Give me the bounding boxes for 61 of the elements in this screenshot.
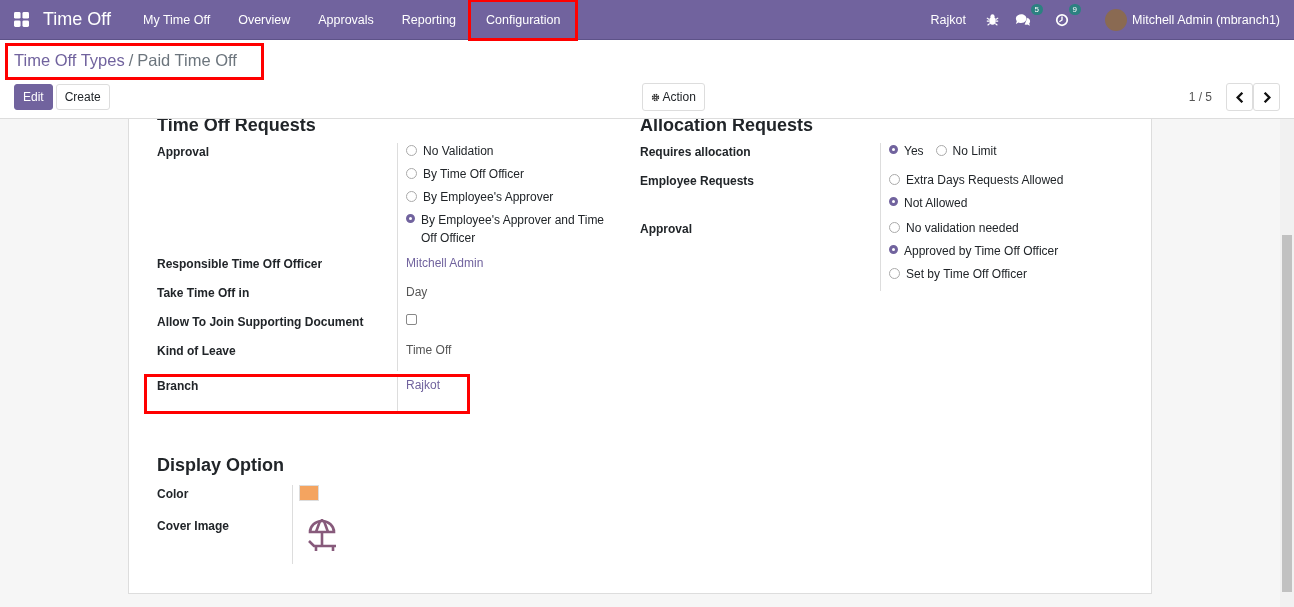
field-label: Color (157, 487, 189, 501)
app-name: Time Off (43, 9, 111, 30)
field-link[interactable]: Mitchell Admin (406, 256, 484, 270)
field-label: Kind of Leave (157, 344, 236, 358)
radio-label: By Employee's Approver and Time Off Officer (421, 212, 606, 247)
radio-label: By Employee's Approver (423, 189, 554, 206)
gear-icon (650, 92, 660, 102)
radio-button[interactable] (406, 214, 415, 223)
next-button[interactable] (1253, 83, 1280, 111)
company-switcher[interactable]: Rajkot (930, 12, 967, 27)
field-label: Approval (640, 222, 692, 236)
section-heading: Display Option (157, 455, 285, 475)
radio-label: No validation needed (906, 220, 1019, 237)
previous-button[interactable] (1226, 83, 1253, 111)
action-button[interactable]: Action (641, 83, 705, 111)
user-menu[interactable]: Mitchell Admin (mbranch1) (1132, 12, 1280, 27)
activity-count-badge: 9 (1068, 3, 1082, 15)
radio-label: Extra Days Requests Allowed (906, 172, 1064, 189)
chevron-right-icon (1262, 91, 1271, 103)
field-label: Employee Requests (640, 174, 755, 188)
menu-item[interactable]: My Time Off (129, 1, 225, 38)
radio-label: Approved by Time Off Officer (904, 243, 1059, 260)
field-label: Requires allocation (640, 145, 751, 159)
radio-button[interactable] (889, 197, 898, 206)
field-value: Time Off (406, 343, 452, 357)
apps-grid-icon[interactable] (14, 12, 29, 27)
field-label: Responsible Time Off Officer (157, 257, 323, 271)
menu-item[interactable]: Configuration (470, 0, 577, 39)
clock-icon[interactable] (1055, 12, 1070, 27)
scrollbar[interactable] (1280, 119, 1294, 607)
field-label: Branch (157, 379, 199, 393)
field-value: Day (406, 285, 428, 299)
field-label: Take Time Off in (157, 286, 250, 300)
radio-label: By Time Off Officer (423, 166, 524, 183)
create-button[interactable]: Create (55, 84, 110, 110)
field-label: Allow To Join Supporting Document (157, 315, 364, 329)
menu-item[interactable]: Reporting (387, 1, 471, 38)
breadcrumb-link[interactable]: Time Off Types (14, 51, 125, 70)
beach-umbrella-chair-icon (307, 517, 337, 553)
radio-label: Not Allowed (904, 195, 968, 212)
menu-item[interactable]: Approvals (304, 1, 388, 38)
radio-label: No Limit (952, 143, 997, 160)
color-swatch[interactable] (299, 485, 319, 501)
field-link[interactable]: Rajkot (406, 378, 440, 392)
breadcrumb-separator: / (128, 51, 134, 70)
menu-item[interactable]: Overview (224, 1, 305, 38)
pager-counter: 1 / 5 (1188, 90, 1212, 104)
radio-label: No Validation (423, 143, 494, 160)
field-label: Cover Image (157, 519, 230, 533)
chat-icon[interactable] (1015, 13, 1032, 26)
checkbox[interactable] (406, 314, 417, 325)
chevron-left-icon (1235, 91, 1244, 103)
radio-label: Yes (904, 143, 924, 160)
message-count-badge: 5 (1030, 4, 1044, 15)
radio-label: Set by Time Off Officer (906, 266, 1027, 283)
field-label: Approval (157, 145, 209, 159)
breadcrumb-current: Paid Time Off (137, 51, 237, 70)
edit-button[interactable]: Edit (14, 84, 53, 110)
radio-button[interactable] (889, 245, 898, 254)
radio-button[interactable] (889, 145, 898, 154)
bug-icon[interactable] (986, 13, 1000, 26)
